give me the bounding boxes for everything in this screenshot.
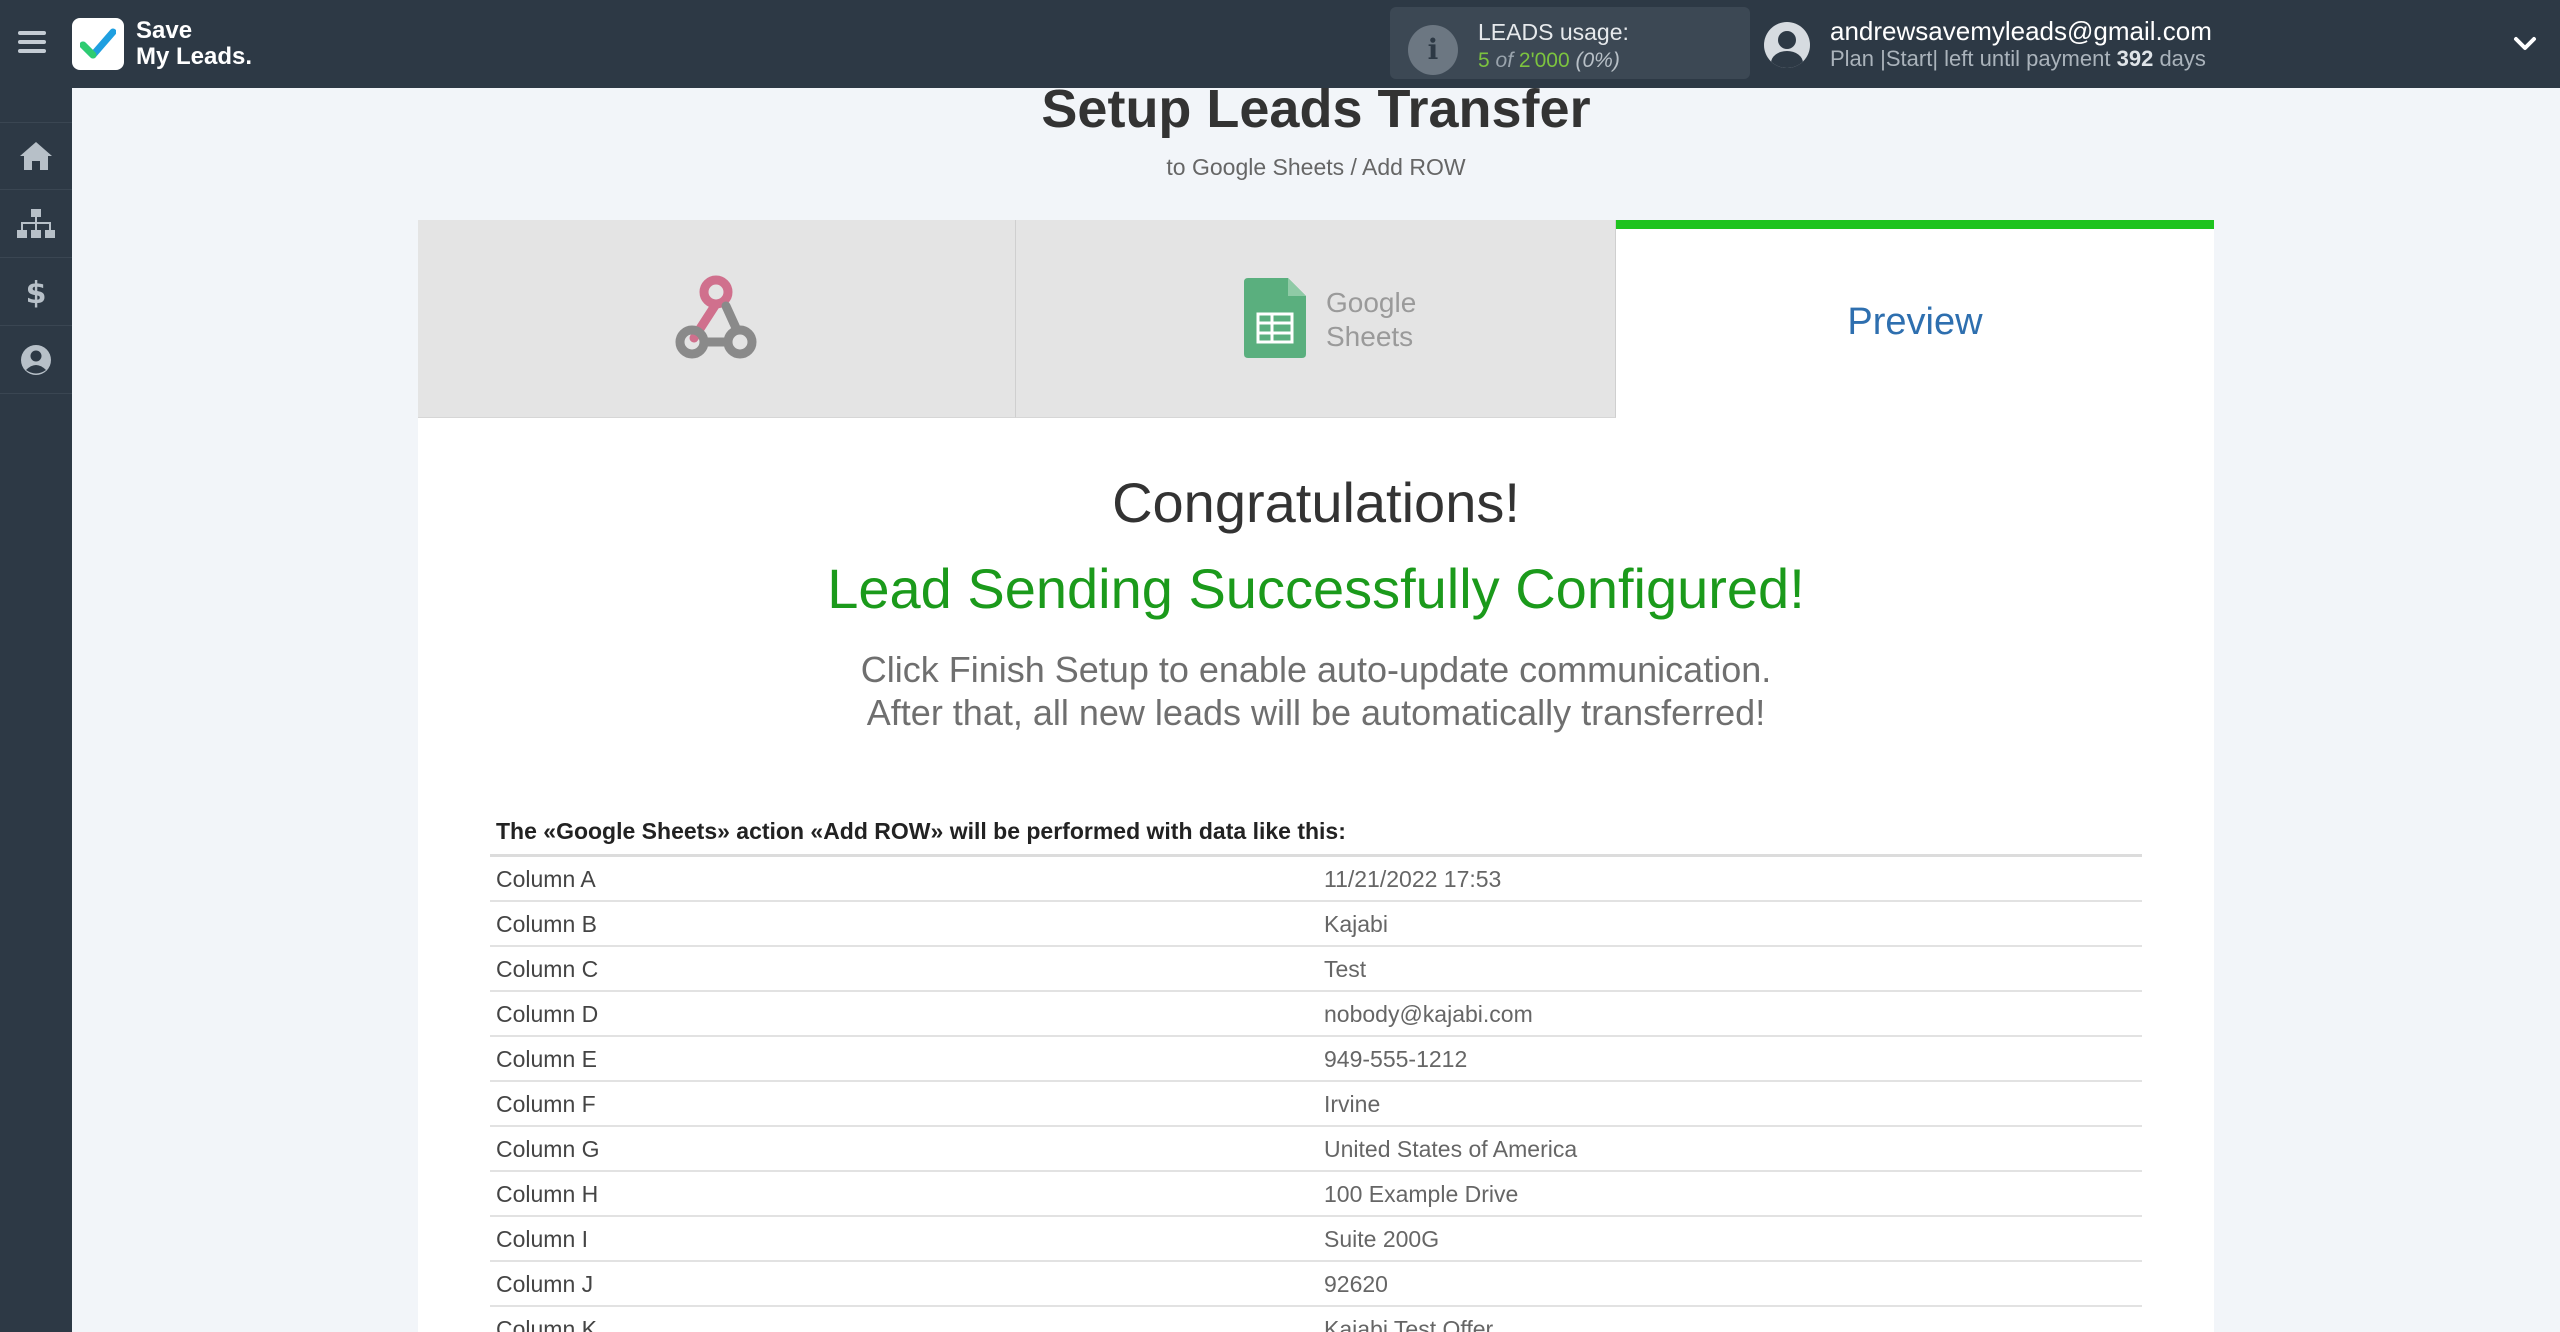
row-field-name: Column A — [496, 866, 596, 892]
usage-title: LEADS usage: — [1478, 19, 1629, 45]
sitemap-icon — [17, 208, 55, 238]
table-row: Column A 11/21/2022 17:53 — [490, 857, 2142, 902]
setup-card: Google Sheets Preview Congratulations! L… — [418, 220, 2214, 1332]
webhook-icon — [675, 275, 757, 359]
row-field-value: Test — [1324, 956, 1367, 982]
dollar-icon: $ — [26, 276, 47, 309]
finish-hint: Click Finish Setup to enable auto-update… — [860, 649, 1772, 733]
table-row: Column H 100 Example Drive — [490, 1172, 2142, 1217]
avatar-icon — [1764, 22, 1810, 68]
table-row: Column F Irvine — [490, 1082, 2142, 1127]
congrats-heading: Congratulations! — [1112, 471, 1520, 534]
row-field-value: Kajabi — [1324, 911, 1388, 937]
home-icon — [20, 142, 52, 170]
preview-data-table: Column A 11/21/2022 17:53 Column B Kajabi Co… — [490, 854, 2142, 1332]
row-field-value: 949-555-1212 — [1324, 1046, 1468, 1072]
user-circle-icon — [21, 344, 51, 375]
leads-usage-panel[interactable]: i LEADS usage: 5 of 2'000 (0%) — [1390, 7, 1750, 79]
table-caption: The «Google Sheets» action «Add ROW» wil… — [496, 818, 1346, 844]
row-field-value: nobody@kajabi.com — [1324, 1001, 1533, 1027]
sidebar-item-account[interactable] — [0, 326, 72, 394]
table-row: Column E 949-555-1212 — [490, 1037, 2142, 1082]
row-field-name: Column F — [496, 1091, 596, 1117]
table-row: Column G United States of America — [490, 1127, 2142, 1172]
page-subtitle: to Google Sheets / Add ROW — [1166, 154, 1466, 180]
sidebar-item-connections[interactable] — [0, 190, 72, 258]
row-field-value: 11/21/2022 17:53 — [1324, 866, 1502, 892]
row-field-name: Column K — [496, 1316, 597, 1332]
row-field-name: Column C — [496, 956, 599, 982]
table-row: Column J 92620 — [490, 1262, 2142, 1307]
sidebar-item-home[interactable] — [0, 122, 72, 190]
sidebar-item-billing[interactable]: $ — [0, 258, 72, 326]
row-field-value: Irvine — [1324, 1091, 1381, 1117]
row-field-value: 92620 — [1324, 1271, 1388, 1297]
user-plan: Plan |Start| left until payment 392 days — [1830, 46, 2206, 71]
step-tabs: Google Sheets Preview — [418, 220, 2214, 418]
row-field-name: Column G — [496, 1136, 600, 1162]
usage-count: 5 of 2'000 (0%) — [1478, 49, 1620, 72]
table-row: Column B Kajabi — [490, 902, 2142, 947]
tab-preview-label: Preview — [1847, 301, 1983, 343]
logo-text-line1: Save — [136, 17, 193, 44]
table-row: Column C Test — [490, 947, 2142, 992]
user-email: andrewsavemyleads@gmail.com — [1830, 16, 2212, 46]
svg-text:$: $ — [26, 276, 47, 309]
user-menu[interactable]: andrewsavemyleads@gmail.com Plan |Start|… — [1764, 8, 2524, 80]
tab-preview[interactable]: Preview — [1616, 220, 2214, 418]
top-bar: Save My Leads. i LEADS usage: 5 of 2'000… — [0, 0, 2560, 88]
google-sheets-icon — [1244, 278, 1306, 358]
chevron-down-icon[interactable] — [2512, 30, 2538, 56]
logo-check-icon — [72, 18, 124, 70]
row-field-name: Column E — [496, 1046, 597, 1072]
row-field-value: Kajabi Test Offer — [1324, 1316, 1494, 1332]
success-message: Lead Sending Successfully Configured! — [827, 557, 1805, 620]
row-field-name: Column J — [496, 1271, 594, 1297]
table-row: Column K Kajabi Test Offer — [490, 1307, 2142, 1332]
sidebar: $ — [0, 88, 72, 1332]
page-title: Setup Leads Transfer — [1041, 79, 1591, 139]
table-row: Column I Suite 200G — [490, 1217, 2142, 1262]
logo-text-line2: My Leads. — [136, 43, 253, 70]
menu-icon[interactable] — [18, 26, 52, 60]
row-field-value: Suite 200G — [1324, 1226, 1440, 1252]
row-field-value: 100 Example Drive — [1324, 1181, 1519, 1207]
row-field-value: United States of America — [1324, 1136, 1578, 1162]
row-field-name: Column H — [496, 1181, 599, 1207]
table-row: Column D nobody@kajabi.com — [490, 992, 2142, 1037]
tab-destination-google-sheets[interactable]: Google Sheets — [1016, 220, 1616, 418]
row-field-name: Column B — [496, 911, 597, 937]
google-sheets-text: Google Sheets — [1326, 287, 1417, 352]
tab-source-webhook[interactable] — [418, 220, 1016, 418]
row-field-name: Column D — [496, 1001, 599, 1027]
app-logo[interactable]: Save My Leads. — [72, 16, 252, 72]
info-icon: i — [1408, 25, 1458, 75]
row-field-name: Column I — [496, 1226, 589, 1252]
